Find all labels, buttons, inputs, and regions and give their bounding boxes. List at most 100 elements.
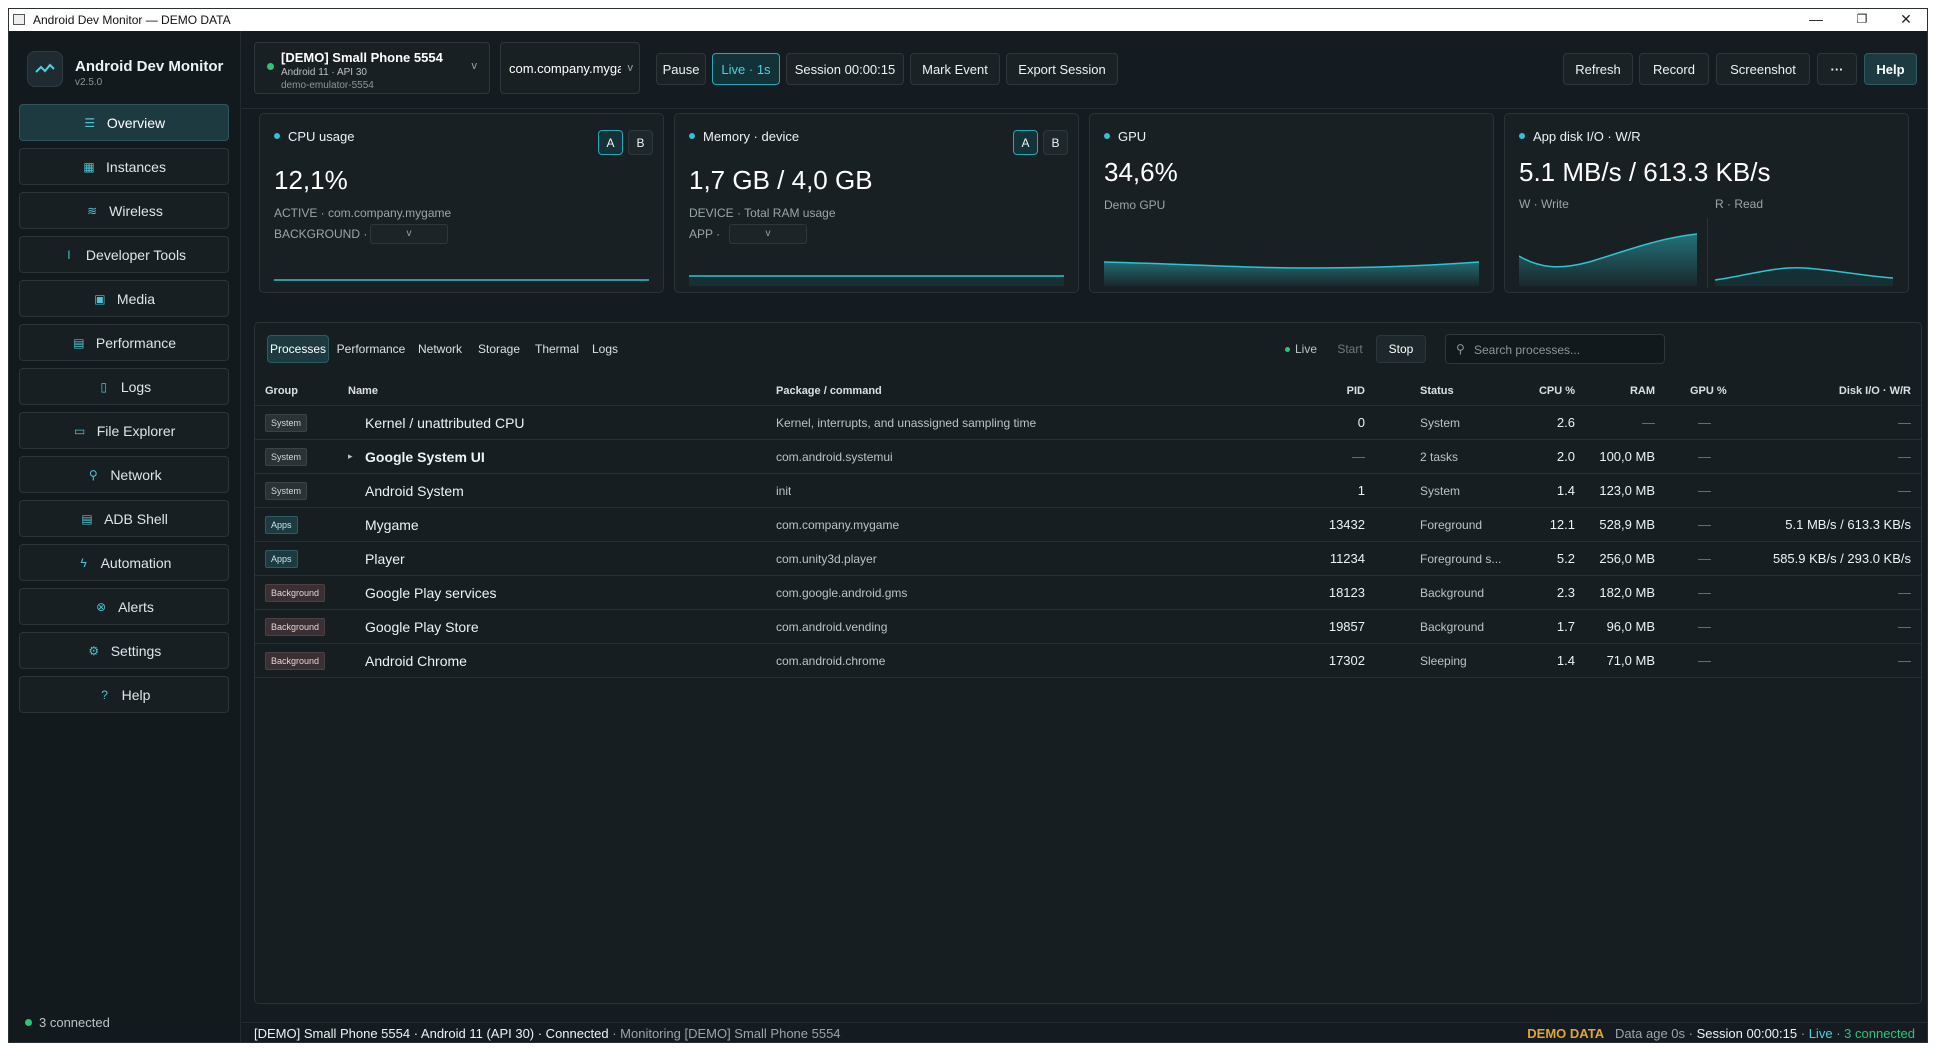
disk-write-sparkline <box>1519 233 1698 286</box>
sidebar-item-adb-shell[interactable]: ▤ ADB Shell <box>19 500 229 537</box>
series-b-toggle[interactable]: B <box>1043 130 1068 155</box>
tab-performance[interactable]: Performance <box>335 335 407 363</box>
table-row[interactable]: System ▸ Google System UI com.android.syste… <box>255 440 1921 474</box>
session-timer-button[interactable]: Session 00:00:15 <box>786 53 904 85</box>
sidebar-item-performance[interactable]: ▤ Performance <box>19 324 229 361</box>
expand-icon[interactable]: ▸ <box>348 440 364 473</box>
app-select[interactable]: v <box>729 224 807 244</box>
process-name: Kernel / unattributed CPU <box>365 414 525 431</box>
chevron-down-icon: v <box>406 228 412 239</box>
close-icon[interactable]: ✕ <box>1883 9 1927 31</box>
sidebar-item-alerts[interactable]: ⊗ Alerts <box>19 588 229 625</box>
help-button[interactable]: Help <box>1864 53 1917 85</box>
sidebar-item-network[interactable]: ⚲ Network <box>19 456 229 493</box>
sidebar-item-logs[interactable]: ▯ Logs <box>19 368 229 405</box>
process-package: com.android.vending <box>776 619 888 634</box>
group-badge: Apps <box>265 515 298 534</box>
connected-dot <box>25 1019 32 1026</box>
header-ram[interactable]: RAM <box>1585 376 1655 405</box>
minimize-icon[interactable]: — <box>1793 9 1839 31</box>
process-pid: 11234 <box>1329 551 1365 566</box>
sidebar-item-instances[interactable]: ▦ Instances <box>19 148 229 185</box>
sidebar-item-label: Automation <box>100 554 172 571</box>
header-package[interactable]: Package / command <box>776 376 882 405</box>
refresh-button[interactable]: Refresh <box>1563 53 1633 85</box>
tab-processes[interactable]: Processes <box>267 335 329 363</box>
search-input[interactable] <box>1474 341 1654 358</box>
process-status: 2 tasks <box>1420 449 1459 464</box>
tab-logs[interactable]: Logs <box>589 335 621 363</box>
device-selector[interactable]: [DEMO] Small Phone 5554 Android 11 · API… <box>254 42 490 94</box>
maximize-icon[interactable]: ❐ <box>1839 9 1885 31</box>
process-pid: 0 <box>1357 415 1365 430</box>
process-status: Sleeping <box>1420 653 1467 668</box>
process-status: Background <box>1420 619 1485 634</box>
table-row[interactable]: Apps Player com.unity3d.player 11234 Foregro… <box>255 542 1921 576</box>
table-row[interactable]: System Android System init 1 System 1.4 123,0 … <box>255 474 1921 508</box>
series-a-toggle[interactable]: A <box>1013 130 1038 155</box>
process-pid: 13432 <box>1328 517 1365 532</box>
sidebar-item-overview[interactable]: ☰ Overview <box>19 104 229 141</box>
group-badge: System <box>265 447 308 466</box>
record-button[interactable]: Record <box>1639 53 1709 85</box>
sidebar-item-file-explorer[interactable]: ▭ File Explorer <box>19 412 229 449</box>
process-name: Google System UI <box>365 448 485 465</box>
cpu-card-title: CPU usage <box>288 129 355 144</box>
header-status[interactable]: Status <box>1420 376 1454 405</box>
cpu-usage-card: CPU usage A B 12,1% ACTIVE · com.company… <box>259 113 664 293</box>
header-cpu[interactable]: CPU % <box>1505 376 1575 405</box>
tab-storage[interactable]: Storage <box>473 335 525 363</box>
memory-card-title: Memory · device <box>703 129 800 144</box>
series-dot <box>689 133 695 139</box>
gpu-value: 34,6% <box>1104 157 1178 187</box>
export-session-button[interactable]: Export Session <box>1006 53 1118 85</box>
process-disk-io: — <box>1898 449 1911 464</box>
series-b-toggle[interactable]: B <box>628 130 653 155</box>
process-ram: 100,0 MB <box>1599 449 1655 464</box>
series-a-toggle[interactable]: A <box>598 130 623 155</box>
status-right: DEMO DATA Data age 0s · Session 00:00:15… <box>1527 1026 1915 1041</box>
process-ram: 96,0 MB <box>1606 619 1655 634</box>
tab-thermal[interactable]: Thermal <box>531 335 583 363</box>
header-name[interactable]: Name <box>348 376 378 405</box>
start-button[interactable]: Start <box>1330 335 1370 363</box>
process-ram: — <box>1642 415 1655 430</box>
disk-read-label: R · Read <box>1715 197 1764 211</box>
more-options-button[interactable]: ··· <box>1817 53 1857 85</box>
sidebar-item-label: Alerts <box>118 598 154 615</box>
package-selector[interactable]: com.company.mygame v <box>500 42 640 94</box>
sidebar-item-developer-tools[interactable]: ǀ Developer Tools <box>19 236 229 273</box>
memory-value: 1,7 GB / 4,0 GB <box>689 165 873 195</box>
sidebar-item-wireless[interactable]: ≋ Wireless <box>19 192 229 229</box>
table-row[interactable]: Apps Mygame com.company.mygame 13432 Foregro… <box>255 508 1921 542</box>
sidebar-item-settings[interactable]: ⚙ Settings <box>19 632 229 669</box>
screenshot-button[interactable]: Screenshot <box>1716 53 1810 85</box>
table-row[interactable]: System Kernel / unattributed CPU Kernel, i… <box>255 406 1921 440</box>
pulse-icon <box>35 63 55 73</box>
tab-network[interactable]: Network <box>413 335 467 363</box>
package-value: com.company.mygame <box>509 61 621 76</box>
header-pid[interactable]: PID <box>1275 376 1365 405</box>
process-pid: 17302 <box>1328 653 1365 668</box>
header-disk[interactable]: Disk I/O · W/R <box>1705 376 1911 405</box>
stop-button[interactable]: Stop <box>1376 335 1426 363</box>
series-dot <box>1519 133 1525 139</box>
background-process-select[interactable]: v <box>370 224 448 244</box>
header-group[interactable]: Group <box>265 376 298 405</box>
pause-button[interactable]: Pause <box>656 53 706 85</box>
table-row[interactable]: Background Android Chrome com.android.chro… <box>255 644 1921 678</box>
sidebar-item-label: Overview <box>106 114 166 131</box>
sidebar-item-media[interactable]: ▣ Media <box>19 280 229 317</box>
mark-event-button[interactable]: Mark Event <box>910 53 1000 85</box>
cpu-active-label: ACTIVE · com.company.mygame <box>274 206 452 220</box>
divider <box>1707 218 1708 288</box>
process-disk-io: — <box>1898 415 1911 430</box>
sidebar-item-help[interactable]: ? Help <box>19 676 229 713</box>
table-row[interactable]: Background Google Play services com.google… <box>255 576 1921 610</box>
table-header: Group Name Package / command PID Status … <box>255 376 1921 406</box>
table-row[interactable]: Background Google Play Store com.android.v… <box>255 610 1921 644</box>
sidebar-item-automation[interactable]: ϟ Automation <box>19 544 229 581</box>
live-interval-button[interactable]: Live · 1s <box>712 53 780 85</box>
gear-icon: ⚙ <box>88 643 100 658</box>
search-processes-field[interactable]: ⚲ <box>1445 334 1665 364</box>
